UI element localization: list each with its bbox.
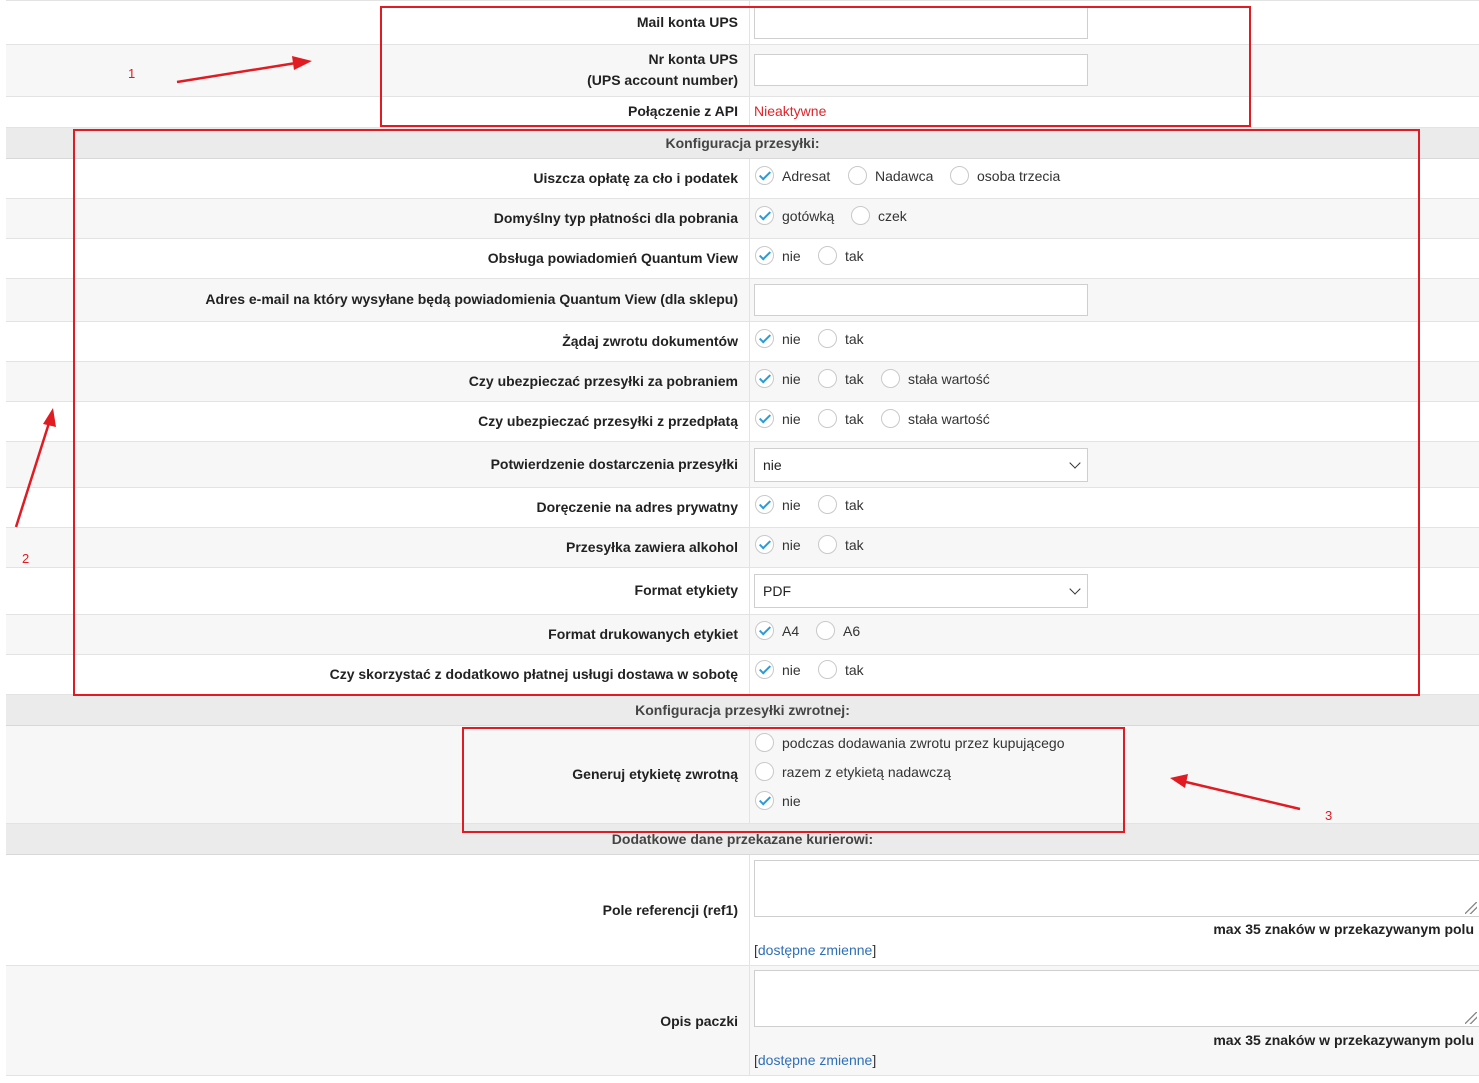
arrow-2 [14,408,56,528]
arrow-3 [1170,774,1301,811]
arrow-1 [176,56,312,84]
annotation-arrows [14,56,1301,811]
